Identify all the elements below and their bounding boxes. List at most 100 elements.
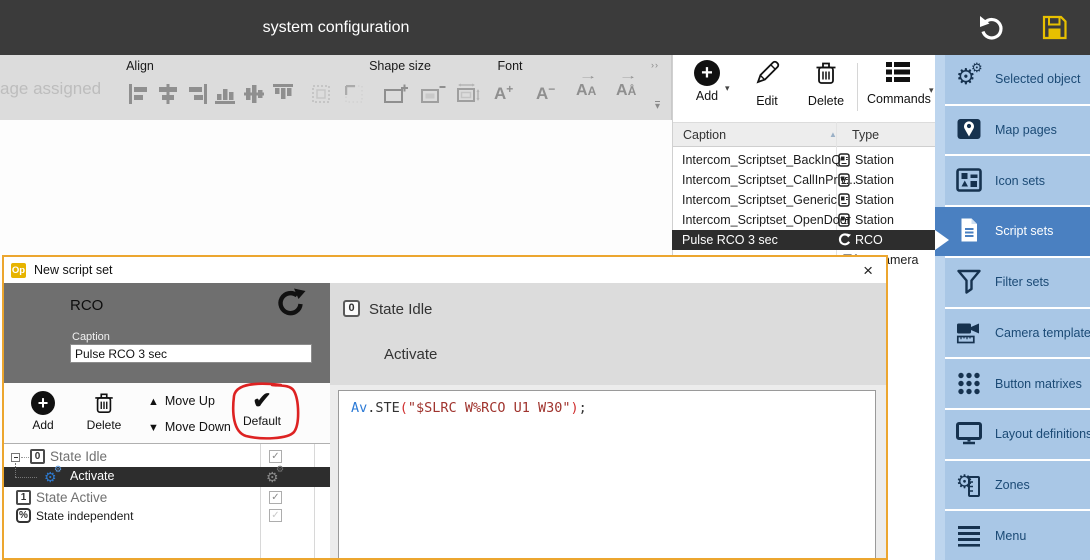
align-right-icon[interactable]	[186, 83, 208, 105]
selected-item-arrow-icon	[935, 230, 949, 250]
sidebar-item-filter-sets[interactable]: Filter sets	[945, 258, 1090, 307]
add-button[interactable]: + Add	[685, 60, 729, 103]
checkbox-checked[interactable]: ✓	[269, 450, 282, 463]
pencil-icon	[754, 60, 780, 86]
sidebar-item-script-sets[interactable]: Script sets	[945, 207, 1090, 256]
move-down-button[interactable]: ▼Move Down	[148, 420, 231, 434]
font-increase-icon[interactable]: A+	[494, 82, 513, 104]
marquee-icon[interactable]	[312, 85, 330, 103]
document-icon	[956, 217, 984, 245]
add-caret-icon[interactable]: ▾	[725, 83, 730, 94]
script-code-editor[interactable]: Av.STE("$SLRC W%RCO U1 W30");	[338, 390, 876, 560]
shape-size-group-label: Shape size	[352, 59, 448, 73]
checkbox-checked-disabled[interactable]: ✓	[269, 509, 282, 522]
font-apply-icon[interactable]: →AA	[576, 82, 596, 100]
icon-grid-icon	[956, 167, 984, 195]
tree-add-button[interactable]: + Add	[18, 391, 68, 432]
tree-row-state-active[interactable]: 1 State Active ✓	[4, 489, 330, 508]
station-icon	[838, 173, 850, 190]
station-icon	[838, 213, 850, 230]
button-separator	[857, 63, 858, 111]
font-group-label: Font	[487, 59, 533, 73]
event-name: Activate	[384, 346, 437, 363]
font-decrease-icon[interactable]: A−	[536, 82, 555, 104]
commands-button[interactable]: Commands	[867, 60, 929, 106]
title-bar: system configuration	[0, 0, 1090, 55]
sidebar-item-button-matrixes[interactable]: Button matrixes	[945, 359, 1090, 408]
refresh-icon[interactable]	[274, 288, 306, 320]
table-row[interactable]: Intercom_Scriptset_Generic Station	[672, 190, 935, 210]
save-icon[interactable]	[1041, 14, 1069, 42]
shape-decrease-icon[interactable]	[420, 83, 446, 105]
rco-icon	[838, 233, 851, 249]
sidebar: ⚙⚙ Selected object Map pages Icon sets S…	[945, 55, 1090, 560]
state-independent-badge: %	[16, 508, 31, 523]
sidebar-item-layout-definitions[interactable]: Layout definitions	[945, 410, 1090, 459]
app-window: system configuration age assigned Align …	[0, 0, 1090, 560]
state-1-badge: 1	[16, 490, 31, 505]
ribbon-toolbar: age assigned Align Shape size Font A+ A−…	[0, 55, 672, 120]
table-row[interactable]: Intercom_Scriptset_CallInPriv... Station	[672, 170, 935, 190]
add-plus-icon: +	[694, 60, 720, 86]
window-title: system configuration	[0, 0, 672, 55]
align-middle-icon[interactable]	[243, 83, 265, 105]
ribbon-expand-icon[interactable]: ››	[651, 60, 659, 70]
tree-delete-button[interactable]: Delete	[76, 391, 132, 432]
dialog-right-panel: 0 State Idle Activate Av.STE("$SLRC W%RC…	[330, 283, 886, 558]
shape-fit-icon[interactable]	[456, 83, 482, 105]
sidebar-item-selected-object[interactable]: ⚙⚙ Selected object	[945, 55, 1090, 104]
state-0-badge: 0	[30, 449, 45, 464]
sidebar-item-icon-sets[interactable]: Icon sets	[945, 156, 1090, 205]
ribbon-collapse-icon[interactable]: ▾	[655, 101, 660, 111]
caption-input[interactable]	[70, 344, 312, 363]
commands-caret-icon[interactable]: ▾	[929, 85, 934, 96]
menu-lines-icon	[956, 522, 984, 550]
checkbox-checked[interactable]: ✓	[269, 491, 282, 504]
font-apply-all-icon[interactable]: →AÅ	[616, 82, 636, 100]
map-icon	[956, 116, 984, 144]
gear-ruler-icon: ⚙	[956, 471, 984, 499]
sidebar-item-zones[interactable]: ⚙ Zones	[945, 461, 1090, 510]
monitor-icon	[956, 420, 984, 448]
new-script-set-dialog: Op New script set × RCO Caption +	[2, 255, 888, 560]
table-row-selected[interactable]: Pulse RCO 3 sec RCO	[672, 230, 935, 250]
camera-ruler-icon	[956, 319, 984, 347]
script-type-panel: RCO Caption	[4, 283, 330, 383]
sidebar-item-camera-templates[interactable]: Camera templates	[945, 309, 1090, 358]
dot-grid-icon	[956, 370, 984, 398]
undo-icon[interactable]	[977, 14, 1005, 42]
list-scrollbar[interactable]	[935, 55, 945, 560]
tree-row-state-independent[interactable]: % State independent ✓	[4, 508, 330, 527]
align-left-icon[interactable]	[128, 83, 150, 105]
triangle-down-icon: ▼	[148, 422, 159, 434]
dialog-body: RCO Caption + Add Delete	[4, 283, 886, 558]
align-top-icon[interactable]	[272, 83, 294, 105]
delete-button[interactable]: Delete	[801, 60, 851, 108]
shape-grid-icon[interactable]	[345, 85, 363, 103]
add-plus-icon: +	[31, 391, 55, 415]
state-tree: 0 State Idle ✓ ⚙⚙ Activate ⚙⚙ 1 State Ac…	[4, 443, 330, 558]
type-column-header[interactable]: Type	[852, 128, 879, 142]
station-icon	[838, 153, 850, 170]
align-bottom-icon[interactable]	[214, 83, 236, 105]
edit-button[interactable]: Edit	[745, 60, 789, 108]
tree-row-activate-selected[interactable]: ⚙⚙ Activate ⚙⚙	[4, 467, 330, 487]
close-icon[interactable]: ×	[863, 262, 873, 279]
align-center-icon[interactable]	[157, 83, 179, 105]
script-type-label: RCO	[70, 297, 103, 314]
trash-icon	[814, 60, 838, 86]
table-row[interactable]: Intercom_Scriptset_OpenDoor Station	[672, 210, 935, 230]
move-up-button[interactable]: ▲Move Up	[148, 394, 215, 408]
commands-list-icon	[885, 60, 911, 84]
sidebar-item-map-pages[interactable]: Map pages	[945, 106, 1090, 155]
collapse-expander-icon[interactable]	[11, 453, 20, 462]
sidebar-item-menu[interactable]: Menu	[945, 511, 1090, 560]
state-header: 0 State Idle Activate	[330, 283, 886, 385]
default-button[interactable]: ✔ Default	[232, 389, 292, 428]
table-row[interactable]: Intercom_Scriptset_BackInQ Station	[672, 150, 935, 170]
dialog-title: New script set	[34, 263, 113, 277]
shape-increase-icon[interactable]	[383, 83, 409, 105]
gears-dim-icon: ⚙⚙	[266, 471, 286, 487]
caption-column-header[interactable]: Caption	[683, 128, 726, 142]
state-name: State Idle	[369, 301, 432, 318]
